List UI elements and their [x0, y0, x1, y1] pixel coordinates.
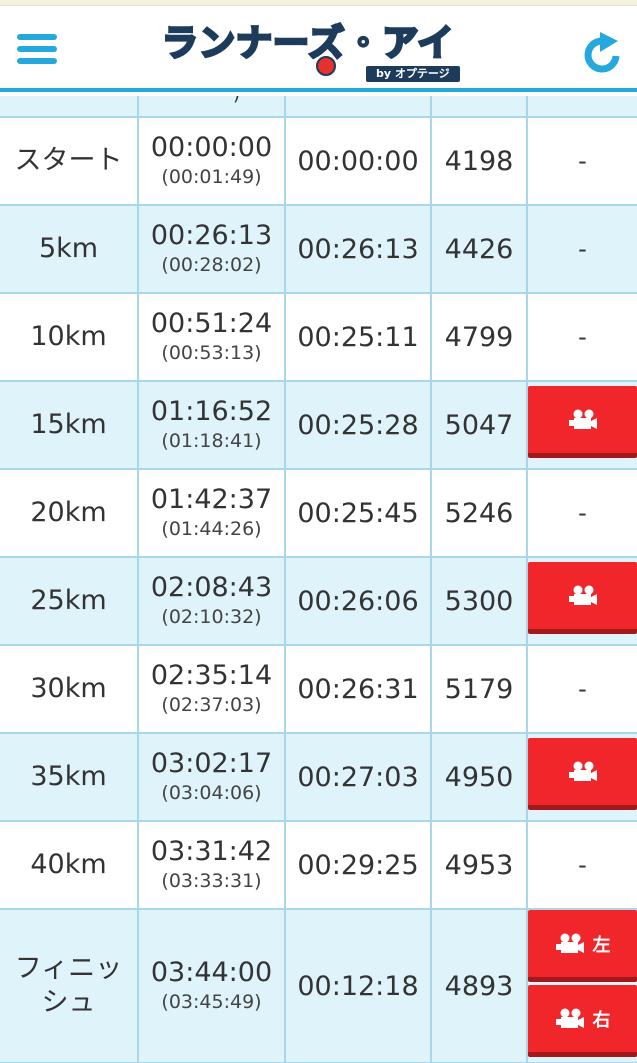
- video-right-label: 右: [592, 1009, 611, 1031]
- split-times-table: ) スタート 00:00:00 (00:01:49) 00:00:00 4198 …: [0, 96, 637, 1063]
- checkpoint-label-line1: フィニッ: [14, 953, 123, 984]
- table-row: 40km 03:31:42 (03:33:31) 00:29:25 4953 -: [0, 822, 637, 910]
- checkpoint-label: 10km: [30, 321, 107, 352]
- rank: 4198: [444, 145, 514, 177]
- elapsed-time: 03:02:17: [150, 748, 273, 779]
- rank: 5179: [444, 673, 514, 705]
- checkpoint-label: 20km: [30, 497, 107, 528]
- checkpoint-label: 35km: [30, 761, 107, 792]
- elapsed-time: 03:31:42: [150, 836, 273, 867]
- elapsed-time: 02:35:14: [150, 660, 273, 691]
- elapsed-time: 01:16:52: [150, 396, 273, 427]
- gun-time: (02:10:32): [161, 606, 262, 628]
- gun-time: (03:45:49): [161, 991, 262, 1013]
- gun-time: (03:33:31): [161, 870, 262, 892]
- rank: 4799: [444, 321, 514, 353]
- app-header: ランナーズ・アイ by オプテージ: [0, 6, 637, 92]
- rank: 4953: [444, 849, 514, 881]
- hamburger-menu-icon[interactable]: [17, 34, 57, 68]
- elapsed-time: 00:00:00: [150, 132, 273, 163]
- video-camera-icon: [555, 933, 584, 953]
- rank: 5047: [444, 409, 514, 441]
- video-button[interactable]: [528, 562, 637, 634]
- table-row: スタート 00:00:00 (00:01:49) 00:00:00 4198 -: [0, 118, 637, 206]
- no-video: -: [578, 675, 587, 703]
- lap-time: 00:26:13: [297, 233, 419, 265]
- lap-time: 00:27:03: [297, 761, 419, 793]
- gun-time: (02:37:03): [161, 694, 262, 716]
- checkpoint-label: スタート: [14, 145, 123, 176]
- lap-time: 00:00:00: [297, 145, 419, 177]
- lap-time: 00:25:11: [297, 321, 419, 353]
- gun-time: (00:53:13): [161, 342, 262, 364]
- reload-icon[interactable]: [582, 32, 622, 76]
- video-left-label: 左: [592, 934, 611, 956]
- elapsed-time: 01:42:37: [150, 484, 273, 515]
- checkpoint-label: 5km: [38, 233, 99, 264]
- gun-time: (03:04:06): [161, 782, 262, 804]
- video-button[interactable]: [528, 386, 637, 458]
- table-row-finish: フィニッ シュ 03:44:00 (03:45:49) 00:12:18 4893…: [0, 910, 637, 1063]
- checkpoint-label: 15km: [30, 409, 107, 440]
- lap-time: 00:29:25: [297, 849, 419, 881]
- video-button[interactable]: [528, 738, 637, 810]
- checkpoint-label-line2: シュ: [41, 987, 96, 1018]
- table-row: 25km 02:08:43 (02:10:32) 00:26:06 5300: [0, 558, 637, 646]
- video-left-button[interactable]: 左: [528, 910, 637, 982]
- rank: 5300: [444, 585, 514, 617]
- table-row: 30km 02:35:14 (02:37:03) 00:26:31 5179 -: [0, 646, 637, 734]
- gun-time: (01:18:41): [161, 430, 262, 452]
- rank: 4950: [444, 761, 514, 793]
- no-video: -: [578, 499, 587, 527]
- no-video: -: [578, 235, 587, 263]
- elapsed-time: 03:44:00: [150, 957, 273, 988]
- logo-sub-badge: by オプテージ: [366, 66, 460, 82]
- video-camera-icon: [555, 1008, 584, 1028]
- lap-time: 00:26:06: [297, 585, 419, 617]
- lap-time: 00:26:31: [297, 673, 419, 705]
- checkpoint-label: 40km: [30, 849, 107, 880]
- elapsed-time: 02:08:43: [150, 572, 273, 603]
- logo-eye-mark: [316, 56, 336, 76]
- lap-time: 00:25:45: [297, 497, 419, 529]
- no-video: -: [578, 323, 587, 351]
- video-camera-icon: [568, 585, 597, 605]
- table-row: 10km 00:51:24 (00:53:13) 00:25:11 4799 -: [0, 294, 637, 382]
- video-camera-icon: [568, 761, 597, 781]
- table-row: 15km 01:16:52 (01:18:41) 00:25:28 5047: [0, 382, 637, 470]
- elapsed-time: 00:51:24: [150, 308, 273, 339]
- gun-time: (01:44:26): [161, 518, 262, 540]
- video-camera-icon: [568, 409, 597, 429]
- elapsed-time: 00:26:13: [150, 220, 273, 251]
- checkpoint-label: 30km: [30, 673, 107, 704]
- gun-time: (00:28:02): [161, 254, 262, 276]
- lap-time: 00:12:18: [297, 970, 419, 1002]
- no-video: -: [578, 851, 587, 879]
- no-video: -: [578, 147, 587, 175]
- checkpoint-label: 25km: [30, 585, 107, 616]
- table-row: 5km 00:26:13 (00:28:02) 00:26:13 4426 -: [0, 206, 637, 294]
- table-header-row-partial: ): [0, 96, 637, 118]
- gun-time: (00:01:49): [161, 166, 262, 188]
- rank: 4893: [444, 970, 514, 1002]
- rank: 5246: [444, 497, 514, 529]
- rank: 4426: [444, 233, 514, 265]
- runners-eye-logo[interactable]: ランナーズ・アイ by オプテージ: [161, 22, 478, 82]
- table-row: 20km 01:42:37 (01:44:26) 00:25:45 5246 -: [0, 470, 637, 558]
- lap-time: 00:25:28: [297, 409, 419, 441]
- table-row: 35km 03:02:17 (03:04:06) 00:27:03 4950: [0, 734, 637, 822]
- video-right-button[interactable]: 右: [528, 985, 637, 1057]
